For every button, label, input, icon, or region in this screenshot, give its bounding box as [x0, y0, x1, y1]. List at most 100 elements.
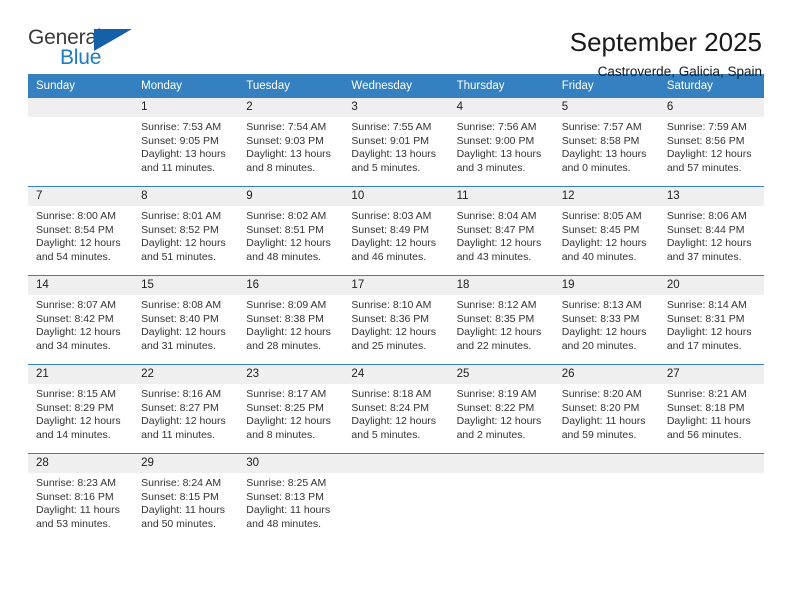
day-cell-content: 14 Sunrise: 8:07 AM Sunset: 8:42 PM Dayligh… — [28, 276, 134, 364]
calendar-day-cell[interactable]: 15 Sunrise: 8:08 AM Sunset: 8:40 PM Dayligh… — [133, 275, 239, 365]
day-cell-content: 9 Sunrise: 8:02 AM Sunset: 8:51 PM Daylight… — [238, 187, 344, 275]
calendar-day-cell[interactable]: 16 Sunrise: 8:09 AM Sunset: 8:38 PM Dayligh… — [238, 275, 344, 365]
day-details: Sunrise: 8:04 AM Sunset: 8:47 PM Daylight:… — [449, 206, 554, 264]
day-cell-content: 5 Sunrise: 7:57 AM Sunset: 8:58 PM Daylight… — [553, 98, 659, 186]
calendar-day-cell[interactable]: 14 Sunrise: 8:07 AM Sunset: 8:42 PM Dayligh… — [28, 275, 134, 365]
calendar-day-cell[interactable]: 23 Sunrise: 8:17 AM Sunset: 8:25 PM Dayligh… — [238, 364, 344, 454]
day-number: 9 — [238, 187, 344, 206]
day-cell-content: 15 Sunrise: 8:08 AM Sunset: 8:40 PM Dayligh… — [133, 276, 239, 364]
sunrise-text: Sunrise: 7:57 AM — [561, 121, 642, 133]
day-details: Sunrise: 8:14 AM Sunset: 8:31 PM Daylight:… — [659, 295, 764, 353]
calendar-day-cell[interactable]: 13 Sunrise: 8:06 AM Sunset: 8:44 PM Dayligh… — [658, 186, 764, 276]
generalblue-logo[interactable]: General Blue — [28, 26, 140, 74]
calendar-day-cell[interactable]: 20 Sunrise: 8:14 AM Sunset: 8:31 PM Dayligh… — [658, 275, 764, 365]
daylight-line2-text: and 56 minutes. — [666, 428, 742, 441]
sunset-text: Sunset: 8:49 PM — [351, 223, 430, 236]
sunset-text: Sunset: 8:35 PM — [456, 312, 535, 325]
calendar-day-cell[interactable]: 26 Sunrise: 8:20 AM Sunset: 8:20 PM Dayligh… — [553, 364, 659, 454]
sunset-text: Sunset: 8:18 PM — [666, 401, 745, 414]
location-subtitle: Castroverde, Galicia, Spain — [597, 64, 762, 79]
day-details: Sunrise: 7:59 AM Sunset: 8:56 PM Daylight:… — [659, 117, 764, 175]
sunset-text: Sunset: 8:15 PM — [141, 490, 219, 503]
day-number: 2 — [238, 98, 344, 117]
sunrise-text: Sunrise: 8:13 AM — [561, 299, 642, 311]
sunset-text: Sunset: 8:52 PM — [141, 223, 219, 236]
sunrise-text: Sunrise: 8:24 AM — [141, 477, 222, 489]
day-details: Sunrise: 8:09 AM Sunset: 8:38 PM Daylight:… — [238, 295, 343, 353]
sunset-text: Sunset: 8:56 PM — [666, 134, 745, 147]
daylight-line1-text: Daylight: 12 hours — [36, 237, 121, 250]
calendar-day-cell[interactable]: 4 Sunrise: 7:56 AM Sunset: 9:00 PM Daylight… — [448, 98, 554, 187]
calendar-day-cell[interactable]: 8 Sunrise: 8:01 AM Sunset: 8:52 PM Daylight… — [133, 186, 239, 276]
daylight-line2-text: and 46 minutes. — [351, 250, 427, 263]
calendar-day-cell[interactable]: 21 Sunrise: 8:15 AM Sunset: 8:29 PM Dayligh… — [28, 364, 134, 454]
sunset-text: Sunset: 9:01 PM — [351, 134, 430, 147]
day-cell-content: 11 Sunrise: 8:04 AM Sunset: 8:47 PM Dayligh… — [448, 187, 554, 275]
daylight-line1-text: Daylight: 13 hours — [456, 148, 542, 161]
day-details: Sunrise: 8:07 AM Sunset: 8:42 PM Daylight:… — [28, 295, 133, 353]
calendar-day-cell[interactable]: 18 Sunrise: 8:12 AM Sunset: 8:35 PM Dayligh… — [448, 275, 554, 365]
sunset-text: Sunset: 8:33 PM — [561, 312, 640, 325]
daylight-line1-text: Daylight: 12 hours — [456, 237, 542, 250]
day-details: Sunrise: 8:00 AM Sunset: 8:54 PM Daylight:… — [28, 206, 133, 264]
calendar-day-cell[interactable]: 19 Sunrise: 8:13 AM Sunset: 8:33 PM Dayligh… — [553, 275, 659, 365]
day-details: Sunrise: 8:21 AM Sunset: 8:18 PM Daylight:… — [659, 384, 764, 442]
day-details: Sunrise: 8:06 AM Sunset: 8:44 PM Daylight:… — [659, 206, 764, 264]
calendar-day-cell[interactable]: 2 Sunrise: 7:54 AM Sunset: 9:03 PM Daylight… — [238, 98, 344, 187]
day-cell-content: 22 Sunrise: 8:16 AM Sunset: 8:27 PM Dayligh… — [133, 365, 239, 453]
calendar-day-cell[interactable]: 22 Sunrise: 8:16 AM Sunset: 8:27 PM Dayligh… — [133, 364, 239, 454]
daylight-line1-text: Daylight: 12 hours — [666, 148, 752, 161]
sunset-text: Sunset: 8:38 PM — [246, 312, 324, 325]
daylight-line2-text: and 54 minutes. — [36, 250, 111, 263]
calendar-day-cell[interactable]: 28 Sunrise: 8:23 AM Sunset: 8:16 PM Dayligh… — [28, 453, 134, 542]
calendar-day-cell[interactable]: 24 Sunrise: 8:18 AM Sunset: 8:24 PM Dayligh… — [343, 364, 449, 454]
calendar-day-cell[interactable]: 30 Sunrise: 8:25 AM Sunset: 8:13 PM Dayligh… — [238, 453, 344, 542]
day-cell-content: 4 Sunrise: 7:56 AM Sunset: 9:00 PM Daylight… — [448, 98, 554, 186]
title-block: September 2025 Castroverde, Galicia, Spa… — [570, 26, 764, 82]
calendar-day-cell[interactable]: 17 Sunrise: 8:10 AM Sunset: 8:36 PM Dayligh… — [343, 275, 449, 365]
daylight-line2-text: and 25 minutes. — [351, 339, 427, 352]
sunrise-text: Sunrise: 8:07 AM — [36, 299, 116, 311]
daylight-line1-text: Daylight: 12 hours — [36, 326, 121, 339]
daylight-line2-text: and 22 minutes. — [456, 339, 532, 352]
day-details: Sunrise: 8:24 AM Sunset: 8:15 PM Daylight:… — [133, 473, 238, 531]
day-cell-content: 7 Sunrise: 8:00 AM Sunset: 8:54 PM Daylight… — [28, 187, 134, 275]
day-details — [343, 473, 448, 477]
daylight-line2-text: and 5 minutes. — [351, 428, 421, 441]
sunrise-text: Sunrise: 8:21 AM — [666, 388, 747, 400]
day-details: Sunrise: 7:54 AM Sunset: 9:03 PM Daylight:… — [238, 117, 343, 175]
calendar-day-cell[interactable]: 6 Sunrise: 7:59 AM Sunset: 8:56 PM Daylight… — [658, 98, 764, 187]
calendar-day-cell[interactable]: 1 Sunrise: 7:53 AM Sunset: 9:05 PM Daylight… — [133, 98, 239, 187]
day-cell-content — [553, 454, 659, 542]
daylight-line2-text: and 5 minutes. — [351, 161, 421, 174]
sunrise-text: Sunrise: 8:10 AM — [351, 299, 432, 311]
day-cell-content: 3 Sunrise: 7:55 AM Sunset: 9:01 PM Daylight… — [343, 98, 449, 186]
sunset-text: Sunset: 8:24 PM — [351, 401, 430, 414]
sunset-text: Sunset: 8:16 PM — [36, 490, 114, 503]
day-details: Sunrise: 8:17 AM Sunset: 8:25 PM Daylight:… — [238, 384, 343, 442]
calendar-day-cell[interactable]: 7 Sunrise: 8:00 AM Sunset: 8:54 PM Daylight… — [28, 186, 134, 276]
calendar-day-cell[interactable]: 25 Sunrise: 8:19 AM Sunset: 8:22 PM Dayligh… — [448, 364, 554, 454]
sunrise-text: Sunrise: 8:04 AM — [456, 210, 537, 222]
calendar-day-cell[interactable]: 29 Sunrise: 8:24 AM Sunset: 8:15 PM Dayligh… — [133, 453, 239, 542]
sunset-text: Sunset: 8:42 PM — [36, 312, 114, 325]
sunset-text: Sunset: 8:22 PM — [456, 401, 535, 414]
day-cell-content — [448, 454, 554, 542]
daylight-line1-text: Daylight: 13 hours — [561, 148, 647, 161]
day-number — [658, 454, 764, 473]
calendar-day-cell[interactable]: 12 Sunrise: 8:05 AM Sunset: 8:45 PM Dayligh… — [553, 186, 659, 276]
calendar-day-cell-empty — [658, 453, 764, 542]
calendar-day-cell[interactable]: 9 Sunrise: 8:02 AM Sunset: 8:51 PM Daylight… — [238, 186, 344, 276]
sunrise-text: Sunrise: 7:55 AM — [351, 121, 432, 133]
daylight-line2-text: and 50 minutes. — [141, 517, 216, 530]
calendar-day-cell[interactable]: 3 Sunrise: 7:55 AM Sunset: 9:01 PM Daylight… — [343, 98, 449, 187]
calendar-day-cell[interactable]: 10 Sunrise: 8:03 AM Sunset: 8:49 PM Dayligh… — [343, 186, 449, 276]
sunrise-sunset-calendar: Sunday Monday Tuesday Wednesday Thursday… — [28, 74, 764, 542]
day-details: Sunrise: 8:05 AM Sunset: 8:45 PM Daylight:… — [554, 206, 659, 264]
calendar-day-cell[interactable]: 11 Sunrise: 8:04 AM Sunset: 8:47 PM Dayligh… — [448, 186, 554, 276]
day-details — [659, 473, 764, 477]
sunset-text: Sunset: 8:36 PM — [351, 312, 430, 325]
calendar-day-cell[interactable]: 5 Sunrise: 7:57 AM Sunset: 8:58 PM Daylight… — [553, 98, 659, 187]
calendar-day-cell[interactable]: 27 Sunrise: 8:21 AM Sunset: 8:18 PM Dayligh… — [658, 364, 764, 454]
day-details: Sunrise: 8:12 AM Sunset: 8:35 PM Daylight:… — [449, 295, 554, 353]
